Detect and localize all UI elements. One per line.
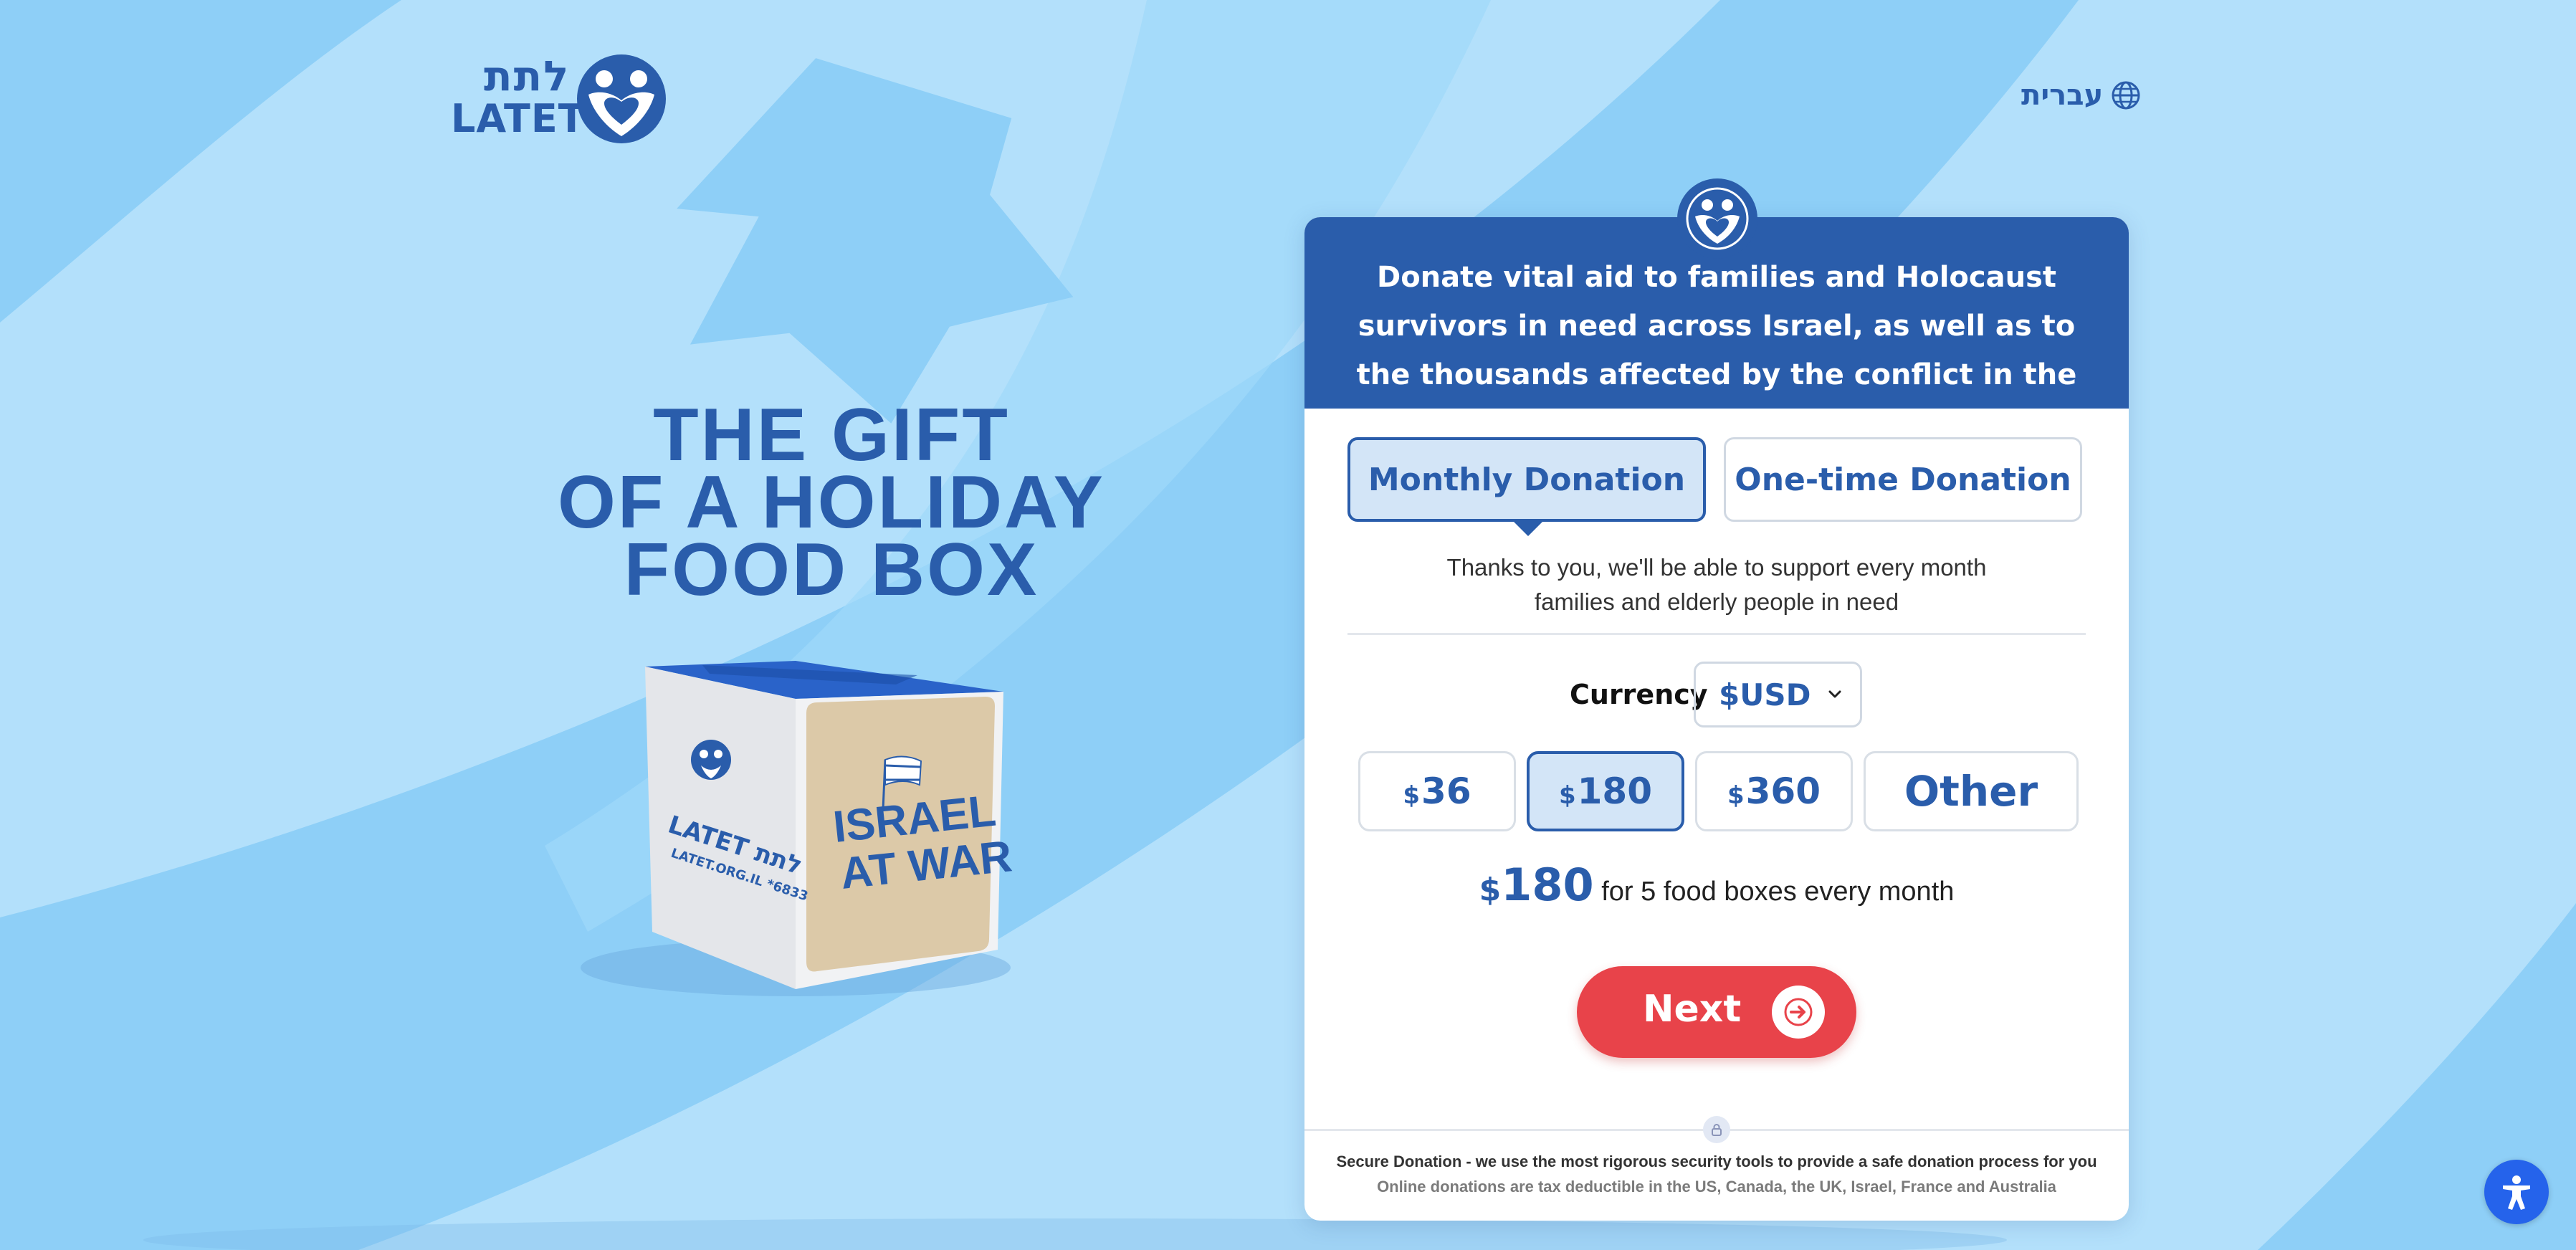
amount-value: 180 (1577, 770, 1653, 812)
selected-tab-pointer (1512, 520, 1544, 536)
amount-currency: $ (1727, 781, 1745, 810)
language-switcher[interactable]: עברית (2021, 79, 2142, 112)
headline-line-1: THE GIFT (653, 393, 1010, 477)
donation-description: Thanks to you, we'll be able to support … (1347, 550, 2086, 619)
card-logo-badge (1677, 178, 1757, 259)
description-line-1: Thanks to you, we'll be able to support … (1446, 554, 1987, 581)
accessibility-button[interactable] (2484, 1160, 2549, 1224)
currency-label: Currency (1570, 679, 1708, 710)
logo-hebrew-text: לתת (484, 52, 571, 100)
amount-option-36[interactable]: $36 (1358, 751, 1516, 831)
summary-text: for 5 food boxes every month (1601, 877, 1955, 907)
accessibility-icon (2503, 1175, 2530, 1210)
donation-card: Donate vital aid to families and Holocau… (1304, 178, 2129, 1221)
card-header-text: Donate vital aid to families and Holocau… (1356, 261, 2077, 440)
latet-logo-icon (577, 54, 666, 143)
latet-logo[interactable]: לתת LATET (448, 52, 670, 145)
tab-monthly-donation[interactable]: Monthly Donation (1347, 437, 1706, 522)
headline-line-3: FOOD BOX (624, 528, 1039, 611)
amount-value: Other (1904, 767, 2038, 816)
donation-summary: $180 for 5 food boxes every month (1304, 859, 2129, 911)
amount-currency: $ (1558, 781, 1576, 810)
currency-row: Currency $USD (1304, 662, 2129, 729)
amount-option-180[interactable]: $180 (1527, 751, 1684, 831)
amount-option-360[interactable]: $360 (1695, 751, 1853, 831)
food-box-illustration: LATET לתת LATET.ORG.IL *6833 ISRAEL AT W… (581, 661, 1014, 996)
chevron-down-icon (1828, 690, 1841, 698)
secure-donation-text: Secure Donation - we use the most rigoro… (1336, 1153, 2097, 1170)
summary-amount-value: 180 (1501, 859, 1594, 911)
next-button[interactable]: Next (1577, 966, 1856, 1058)
divider (1347, 633, 2086, 635)
amount-option-other[interactable]: Other (1864, 751, 2079, 831)
amount-currency: $ (1403, 781, 1421, 810)
summary-currency: $ (1479, 872, 1502, 908)
summary-amount: $180 (1479, 859, 1594, 911)
tab-one-time-donation[interactable]: One-time Donation (1724, 437, 2082, 522)
latet-badge-icon (1686, 187, 1749, 250)
currency-select[interactable]: $USD (1694, 662, 1862, 727)
background-decoration (0, 0, 2576, 1250)
currency-value: $USD (1719, 677, 1811, 712)
logo-latin-text: LATET (451, 96, 586, 141)
tax-deductible-text: Online donations are tax deductible in t… (1377, 1178, 2056, 1196)
headline-line-2: OF A HOLIDAY (557, 461, 1106, 544)
amount-value: 360 (1745, 770, 1821, 812)
amount-value: 36 (1421, 770, 1471, 812)
page-headline: THE GIFT OF A HOLIDAY FOOD BOX (502, 393, 1161, 611)
next-button-label: Next (1643, 988, 1742, 1031)
globe-icon (2112, 81, 2140, 110)
language-label: עברית (2021, 79, 2104, 112)
description-line-2: families and elderly people in need (1534, 588, 1899, 615)
lock-icon (1703, 1116, 1730, 1143)
arrow-right-icon (1772, 986, 1825, 1039)
